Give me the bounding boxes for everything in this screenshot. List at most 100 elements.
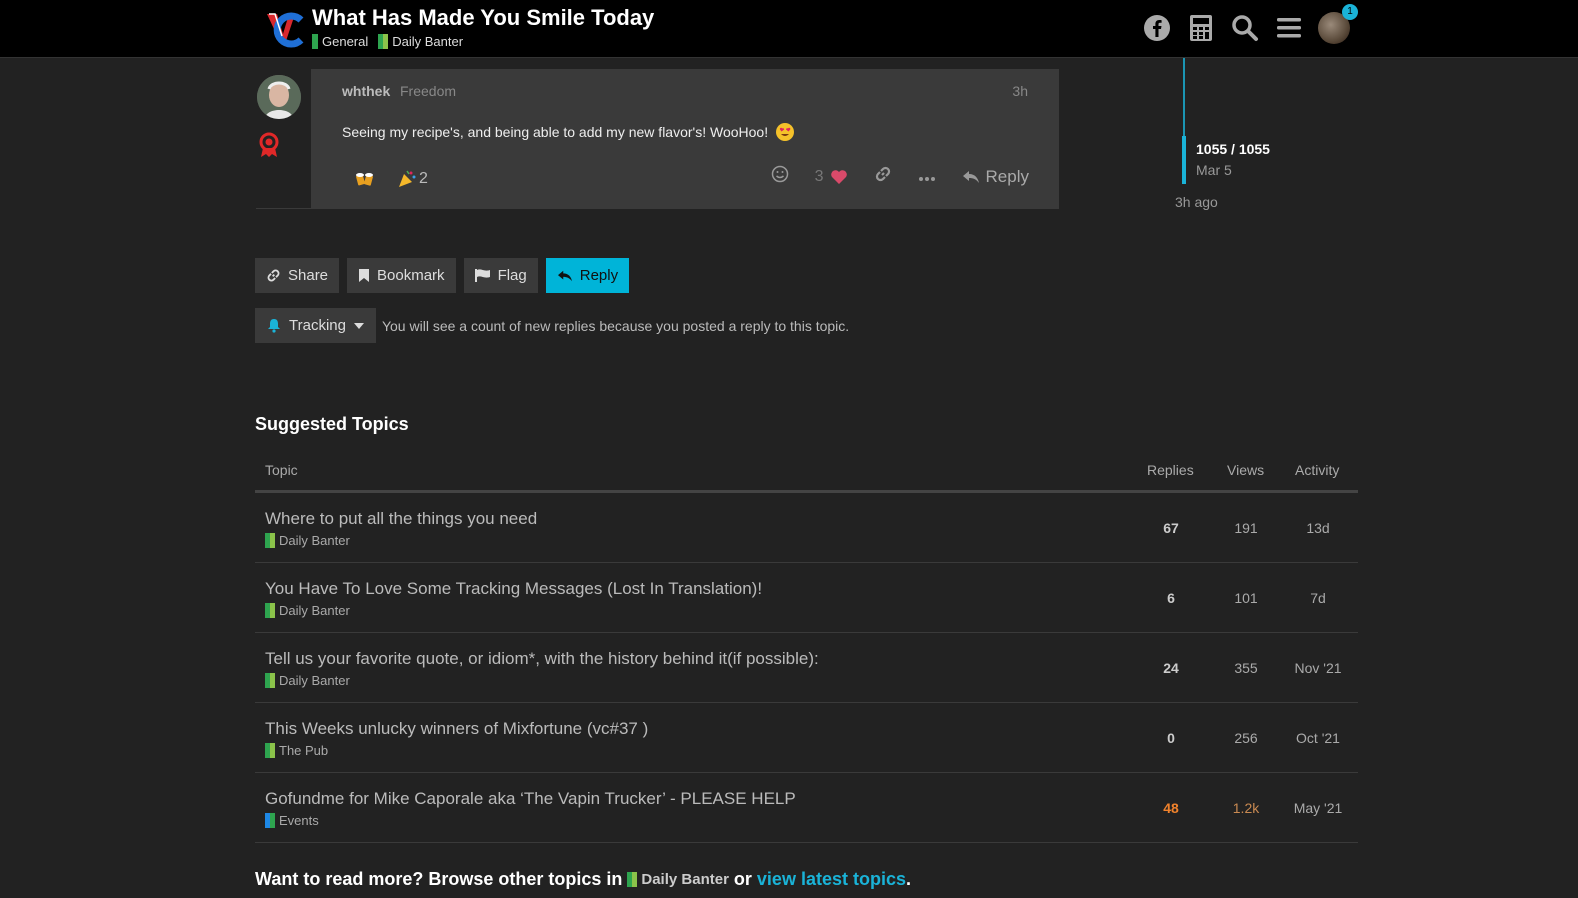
topic-views: 1.2k <box>1232 800 1260 816</box>
bookmark-button[interactable]: Bookmark <box>347 258 456 293</box>
notification-level-row: Tracking You will see a count of new rep… <box>255 308 849 343</box>
post-reply-label: Reply <box>985 166 1029 186</box>
reply-arrow-icon <box>962 170 979 183</box>
category-color-swatch <box>627 872 638 887</box>
category-color-swatch <box>378 34 389 49</box>
reaction-party-popper[interactable]: 2 <box>397 169 428 189</box>
post-timestamp[interactable]: 3h <box>1012 83 1028 99</box>
heart-icon <box>830 169 847 184</box>
browse-more: Want to read more? Browse other topics i… <box>255 869 911 890</box>
reply-arrow-icon <box>557 270 572 281</box>
table-row: Gofundme for Mike Caporale aka ‘The Vapi… <box>255 773 1358 843</box>
flag-icon <box>474 269 490 282</box>
current-user-avatar[interactable]: 1 <box>1318 4 1358 44</box>
reply-button[interactable]: Reply <box>545 258 630 293</box>
link-icon <box>267 269 280 282</box>
topic-link[interactable]: Where to put all the things you need <box>265 509 537 529</box>
topic-replies[interactable]: 6 <box>1141 590 1201 606</box>
tracking-dropdown[interactable]: Tracking <box>255 308 376 343</box>
heart-eyes-emoji <box>776 123 794 141</box>
topic-link[interactable]: Tell us your favorite quote, or idiom*, … <box>265 649 819 669</box>
topic-link[interactable]: This Weeks unlucky winners of Mixfortune… <box>265 719 648 739</box>
column-header-activity[interactable]: Activity <box>1295 462 1339 478</box>
post-user-title: Freedom <box>400 83 457 99</box>
timeline-date: Mar 5 <box>1196 162 1232 178</box>
browse-prefix: Want to read more? Browse other topics i… <box>255 869 623 889</box>
reply-label: Reply <box>579 267 619 284</box>
post-author-avatar[interactable] <box>257 75 301 119</box>
topic-title[interactable]: What Has Made You Smile Today <box>312 5 654 31</box>
browse-category-link[interactable]: Daily Banter <box>627 871 729 888</box>
topic-link[interactable]: Gofundme for Mike Caporale aka ‘The Vapi… <box>265 789 796 809</box>
hamburger-menu-icon[interactable] <box>1274 12 1304 44</box>
timeline-track[interactable] <box>1183 58 1185 136</box>
more-options-icon[interactable] <box>918 167 936 187</box>
timeline-handle[interactable] <box>1182 136 1186 184</box>
like-button[interactable]: 3 <box>815 168 848 186</box>
topic-replies[interactable]: 67 <box>1141 520 1201 536</box>
topic-activity[interactable]: Nov '21 <box>1288 660 1348 676</box>
beers-emoji-icon <box>356 173 373 186</box>
topic-replies[interactable]: 24 <box>1141 660 1201 676</box>
topic-category[interactable]: Daily Banter <box>265 533 350 548</box>
browse-or: or <box>733 869 752 889</box>
column-header-views[interactable]: Views <box>1227 462 1264 478</box>
topic-activity[interactable]: Oct '21 <box>1288 730 1348 746</box>
topic-category[interactable]: Daily Banter <box>265 603 350 618</box>
reaction-count: 2 <box>419 170 428 187</box>
bookmark-label: Bookmark <box>377 267 445 284</box>
category-color-swatch <box>265 673 275 688</box>
column-header-replies[interactable]: Replies <box>1147 462 1194 478</box>
post-divider <box>256 208 312 209</box>
post-body: Seeing my recipe's, and being able to ad… <box>342 123 794 141</box>
notification-count-badge[interactable]: 1 <box>1342 4 1358 20</box>
reaction-beers[interactable] <box>355 170 375 188</box>
share-link-icon[interactable] <box>874 165 892 188</box>
caret-down-icon <box>353 322 364 329</box>
topic-replies[interactable]: 48 <box>1141 800 1201 816</box>
category-label: Daily Banter <box>279 533 350 548</box>
table-row: You Have To Love Some Tracking Messages … <box>255 563 1358 633</box>
category-color-swatch <box>265 743 275 758</box>
timeline-last-activity[interactable]: 3h ago <box>1175 194 1218 210</box>
facebook-icon[interactable] <box>1142 12 1172 44</box>
category-label: Daily Banter <box>392 34 464 49</box>
post-text: Seeing my recipe's, and being able to ad… <box>342 124 769 140</box>
topic-category[interactable]: Daily Banter <box>265 673 350 688</box>
category-color-swatch <box>265 533 275 548</box>
table-header: Topic Replies Views Activity <box>255 448 1358 493</box>
award-badge-icon[interactable] <box>258 132 280 158</box>
share-label: Share <box>288 267 329 284</box>
topic-activity[interactable]: 13d <box>1288 520 1348 536</box>
calculator-icon[interactable] <box>1186 12 1216 44</box>
post-username[interactable]: whthek <box>342 83 390 99</box>
topic-views: 191 <box>1234 520 1258 536</box>
bookmark-icon <box>359 269 370 282</box>
party-popper-emoji-icon <box>399 170 416 187</box>
category-color-swatch <box>312 34 318 49</box>
view-latest-topics-link[interactable]: view latest topics <box>757 869 906 890</box>
suggested-topics-heading: Suggested Topics <box>255 414 409 434</box>
category-badge-daily-banter[interactable]: Daily Banter <box>378 34 463 49</box>
topic-views: 101 <box>1234 590 1258 606</box>
topic-link[interactable]: You Have To Love Some Tracking Messages … <box>265 579 762 599</box>
header-icons: 1 <box>1142 4 1358 44</box>
tracking-label: Tracking <box>289 317 346 334</box>
topic-category[interactable]: The Pub <box>265 743 328 758</box>
topic-activity[interactable]: May '21 <box>1288 800 1348 816</box>
like-count[interactable]: 3 <box>815 168 824 186</box>
post-reply-button[interactable]: Reply <box>962 167 1029 187</box>
topic-replies[interactable]: 0 <box>1141 730 1201 746</box>
topic-activity[interactable]: 7d <box>1288 590 1348 606</box>
share-button[interactable]: Share <box>255 258 340 293</box>
topic-views: 256 <box>1234 730 1258 746</box>
tracking-description: You will see a count of new replies beca… <box>381 317 850 334</box>
add-reaction-icon[interactable] <box>771 165 789 188</box>
category-badge-general[interactable]: General <box>312 34 368 49</box>
topic-category[interactable]: Events <box>265 813 319 828</box>
flag-button[interactable]: Flag <box>463 258 538 293</box>
site-header: What Has Made You Smile Today General Da… <box>0 0 1578 58</box>
site-logo[interactable] <box>265 10 305 48</box>
browse-suffix: . <box>905 869 911 889</box>
search-icon[interactable] <box>1230 12 1260 44</box>
